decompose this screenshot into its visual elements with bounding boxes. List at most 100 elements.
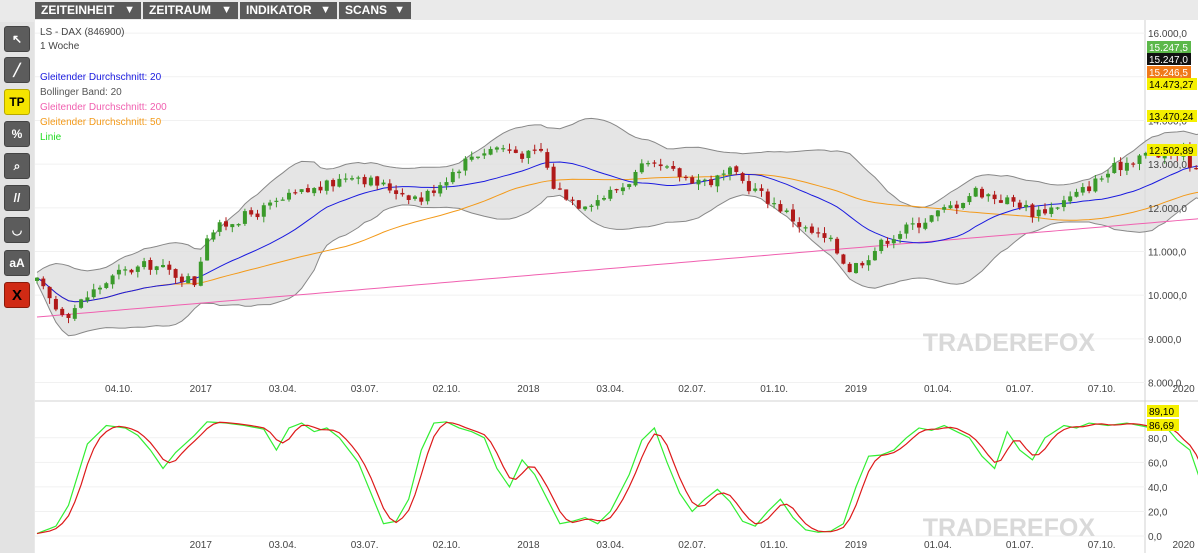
candle-body [658,164,663,167]
candle-body [318,186,323,191]
candle-body [274,200,279,202]
candle-body [576,200,581,209]
candle-body [507,149,512,151]
candle-body [154,266,159,271]
ma50-value-label: 13.470,24 [1149,112,1194,123]
candle-body [255,213,260,218]
stochastic-y-tick: 0,0 [1148,532,1162,543]
stochastic-x-tick: 2018 [517,540,540,551]
candle-body [242,211,247,224]
candle-body [759,188,764,191]
candle-body [835,238,840,254]
price-x-tick: 04.10. [105,384,133,395]
candle-body [1030,204,1035,218]
timeframe-label: 1 Woche [40,41,80,52]
candle-body [400,192,405,195]
candle-body [331,179,336,187]
candle-body [721,173,726,175]
watermark-price: TRADEREFOX [923,329,1096,357]
candle-body [690,177,695,184]
price-x-tick: 01.07. [1006,384,1034,395]
candle-body [1074,191,1079,197]
candle-body [72,308,77,319]
candle-body [41,278,46,287]
candle-body [186,276,191,284]
candle-body [501,148,506,150]
candle-body [482,153,487,156]
price-x-tick: 2018 [517,384,540,395]
candle-body [47,286,52,299]
price-x-tick: 03.04. [269,384,297,395]
candle-body [457,171,462,174]
price-x-tick: 01.10. [760,384,788,395]
candle-body [809,226,814,233]
candle-body [854,263,858,274]
candle-body [1099,178,1104,180]
candle-body [791,209,795,222]
candle-body [413,196,417,199]
price-x-tick: 02.10. [433,384,461,395]
candle-body [532,149,537,151]
stochastic-y-tick: 60,0 [1148,458,1168,469]
candle-body [520,153,525,159]
candle-body [419,197,424,202]
candle-body [973,187,978,197]
stochastic-x-tick: 07.10. [1088,540,1116,551]
candle-body [715,175,720,187]
candle-body [910,223,915,225]
candle-body [885,240,890,244]
candle-body [778,204,783,212]
candle-body [1017,202,1022,208]
candle-body [1118,161,1123,171]
candle-body [942,207,947,210]
candle-body [539,148,543,151]
legend-linie: Linie [40,132,62,143]
candle-body [967,196,972,203]
candle-body [1043,209,1047,214]
candle-body [557,188,562,190]
candle-body [217,222,222,232]
candle-body [85,297,90,301]
candle-body [728,167,732,175]
candle-body [450,172,455,183]
candle-body [312,188,317,194]
candle-body [476,156,480,158]
candle-body [551,166,556,189]
candle-body [998,200,1003,203]
candle-body [431,190,436,193]
dax-chart[interactable]: TRADEREFOX TRADEREFOX 16.000,015.000,014… [0,0,1198,553]
candle-body [198,261,203,286]
price-x-tick: 01.04. [924,384,952,395]
price-y-tick: 16.000,0 [1148,29,1187,40]
candle-body [646,163,651,165]
candle-body [570,199,575,201]
candle-body [116,269,121,275]
candle-body [287,192,291,200]
candle-body [992,194,997,200]
candle-body [350,178,354,180]
stochastic-x-tick: 01.10. [760,540,788,551]
bb-lower-value-label: 15.246,5 [1149,68,1188,79]
candle-body [980,188,984,198]
candle-body [860,262,865,266]
candle-body [444,182,449,186]
candle-body [1093,178,1098,192]
candle-body [898,234,903,239]
candle-body [620,187,625,192]
candle-body [1194,168,1198,170]
candle-body [614,189,619,191]
candle-body [343,178,348,180]
stochastic-x-tick: 03.04. [269,540,297,551]
candle-body [526,150,531,159]
candle-body [1106,173,1110,178]
candle-body [696,179,701,185]
last-price-label: 15.247,0 [1149,55,1188,66]
candle-body [961,203,966,208]
candle-body [954,204,959,209]
candle-body [1068,196,1073,202]
candle-body [324,180,329,191]
candle-body [677,168,682,177]
candle-body [746,181,751,192]
candle-body [1061,200,1066,208]
candle-body [53,298,58,310]
